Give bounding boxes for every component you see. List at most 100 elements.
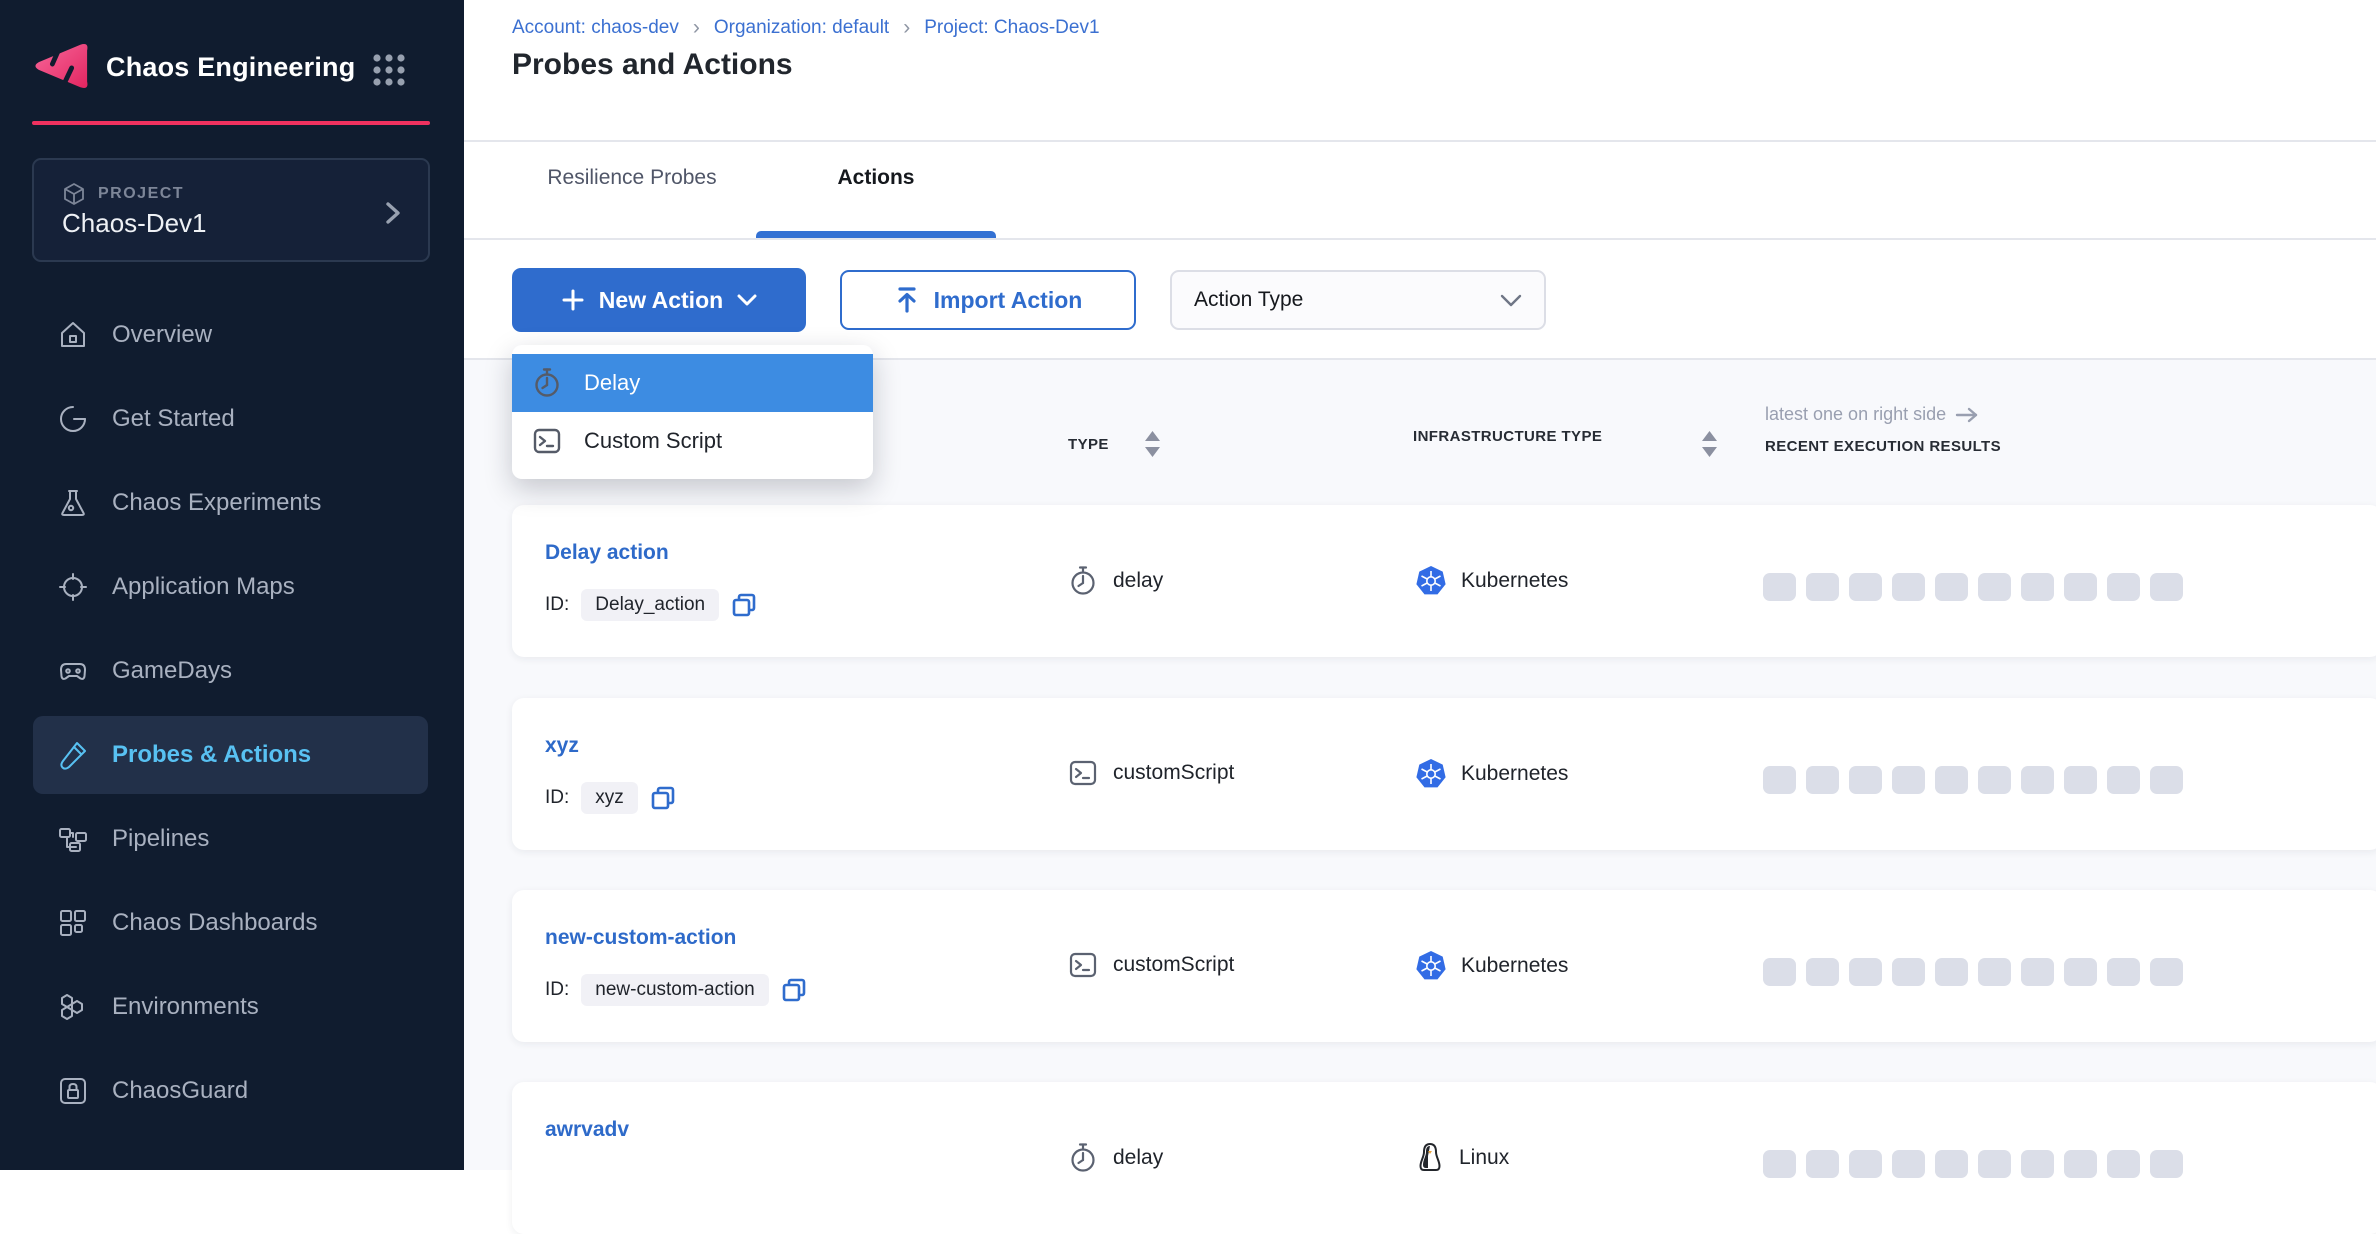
copy-icon[interactable] (781, 977, 807, 1003)
infrastructure-value: Kubernetes (1461, 569, 1568, 593)
breadcrumb-separator: › (693, 16, 700, 40)
kubernetes-icon (1415, 950, 1447, 982)
action-name-link[interactable]: Delay action (545, 541, 669, 565)
new-action-button[interactable]: New Action (512, 268, 806, 332)
table-row: new-custom-action ID: new-custom-action … (512, 890, 2376, 1042)
sidebar-item-probes-actions[interactable]: Probes & Actions (33, 716, 428, 794)
sidebar-nav: Overview Get Started Chaos Experiments A… (0, 293, 464, 1133)
arrow-right-icon (1955, 407, 1979, 423)
breadcrumb-organization[interactable]: Organization: default (714, 17, 889, 39)
recent-execution-results (1763, 766, 2183, 794)
execution-result-placeholder (1935, 766, 1968, 794)
dashboard-icon (56, 906, 90, 940)
terminal-icon (1068, 758, 1098, 788)
sidebar-item-chaos-experiments[interactable]: Chaos Experiments (0, 461, 464, 545)
kubernetes-icon (1415, 565, 1447, 597)
menu-item-delay[interactable]: Delay (512, 354, 873, 412)
action-name-link[interactable]: xyz (545, 734, 579, 758)
execution-result-placeholder (2021, 766, 2054, 794)
crosshair-icon (56, 570, 90, 604)
copy-icon[interactable] (731, 592, 757, 618)
tab-actions[interactable]: Actions (756, 166, 996, 190)
sidebar-item-chaos-dashboards[interactable]: Chaos Dashboards (0, 881, 464, 965)
sidebar-item-application-maps[interactable]: Application Maps (0, 545, 464, 629)
project-name: Chaos-Dev1 (62, 208, 207, 239)
infrastructure-value: Linux (1459, 1146, 1509, 1170)
execution-result-placeholder (1763, 766, 1796, 794)
sidebar-item-overview[interactable]: Overview (0, 293, 464, 377)
kubernetes-icon (1415, 758, 1447, 790)
column-header-type[interactable]: TYPE (1068, 436, 1109, 453)
sort-icon[interactable] (1701, 430, 1718, 458)
product-title: Chaos Engineering (106, 52, 355, 83)
harness-chaos-logo-icon (30, 38, 94, 94)
breadcrumb: Account: chaos-dev › Organization: defau… (512, 16, 1100, 40)
copy-icon[interactable] (650, 785, 676, 811)
execution-result-placeholder (2107, 573, 2140, 601)
id-label: ID: (545, 594, 569, 616)
terminal-icon (1068, 950, 1098, 980)
execution-result-placeholder (1935, 573, 1968, 601)
menu-item-custom-script[interactable]: Custom Script (512, 412, 873, 470)
recent-execution-results (1763, 1150, 2183, 1178)
get-started-icon (56, 402, 90, 436)
column-header-results: RECENT EXECUTION RESULTS (1765, 438, 2001, 455)
execution-result-placeholder (2021, 958, 2054, 986)
action-type-value: customScript (1113, 761, 1234, 785)
action-name-link[interactable]: new-custom-action (545, 926, 736, 950)
sort-icon[interactable] (1144, 430, 1161, 458)
execution-result-placeholder (1892, 1150, 1925, 1178)
execution-result-placeholder (2064, 573, 2097, 601)
id-label: ID: (545, 787, 569, 809)
id-label: ID: (545, 979, 569, 1001)
action-name-link[interactable]: awrvadv (545, 1118, 629, 1142)
app: Chaos Engineering PROJECT Chaos-Dev1 (0, 0, 2376, 1170)
breadcrumb-project[interactable]: Project: Chaos-Dev1 (924, 17, 1099, 39)
execution-result-placeholder (1978, 766, 2011, 794)
execution-result-placeholder (2021, 573, 2054, 601)
sidebar: Chaos Engineering PROJECT Chaos-Dev1 (0, 0, 464, 1170)
execution-result-placeholder (1806, 573, 1839, 601)
action-type-filter[interactable]: Action Type (1170, 270, 1546, 330)
flask-icon (56, 486, 90, 520)
execution-result-placeholder (1849, 958, 1882, 986)
import-action-button[interactable]: Import Action (840, 270, 1136, 330)
sidebar-item-environments[interactable]: Environments (0, 965, 464, 1049)
execution-result-placeholder (2064, 1150, 2097, 1178)
execution-result-placeholder (2064, 958, 2097, 986)
project-selector[interactable]: PROJECT Chaos-Dev1 (32, 158, 430, 262)
sidebar-item-chaosguard[interactable]: ChaosGuard (0, 1049, 464, 1133)
execution-result-placeholder (1978, 1150, 2011, 1178)
execution-result-placeholder (1892, 573, 1925, 601)
page-title: Probes and Actions (512, 48, 793, 82)
project-label: PROJECT (98, 185, 184, 203)
infrastructure-value: Kubernetes (1461, 762, 1568, 786)
action-type-value: customScript (1113, 953, 1234, 977)
execution-result-placeholder (1806, 766, 1839, 794)
sidebar-item-gamedays[interactable]: GameDays (0, 629, 464, 713)
stopwatch-icon (1068, 1142, 1098, 1174)
execution-result-placeholder (1892, 766, 1925, 794)
action-type-value: delay (1113, 569, 1163, 593)
breadcrumb-account[interactable]: Account: chaos-dev (512, 17, 679, 39)
terminal-icon (532, 426, 562, 456)
column-header-infrastructure[interactable]: INFRASTRUCTURE TYPE (1413, 422, 1633, 451)
sidebar-item-pipelines[interactable]: Pipelines (0, 797, 464, 881)
stopwatch-icon (532, 367, 562, 399)
home-icon (56, 318, 90, 352)
execution-result-placeholder (1849, 1150, 1882, 1178)
sidebar-accent-divider (32, 121, 430, 125)
sidebar-item-get-started[interactable]: Get Started (0, 377, 464, 461)
chevron-down-icon (737, 294, 757, 306)
action-id: Delay_action (581, 589, 719, 621)
lock-icon (56, 1074, 90, 1108)
tab-resilience-probes[interactable]: Resilience Probes (512, 166, 752, 190)
execution-result-placeholder (1978, 958, 2011, 986)
app-switcher-icon[interactable] (372, 53, 406, 87)
tabs-divider (464, 238, 2376, 240)
actions-table: TYPE INFRASTRUCTURE TYPE latest one on r… (464, 360, 2376, 1170)
execution-result-placeholder (2064, 766, 2097, 794)
infrastructure-value: Kubernetes (1461, 954, 1568, 978)
linux-icon (1415, 1142, 1445, 1174)
table-row: Delay action ID: Delay_action delay Kube… (512, 505, 2376, 657)
